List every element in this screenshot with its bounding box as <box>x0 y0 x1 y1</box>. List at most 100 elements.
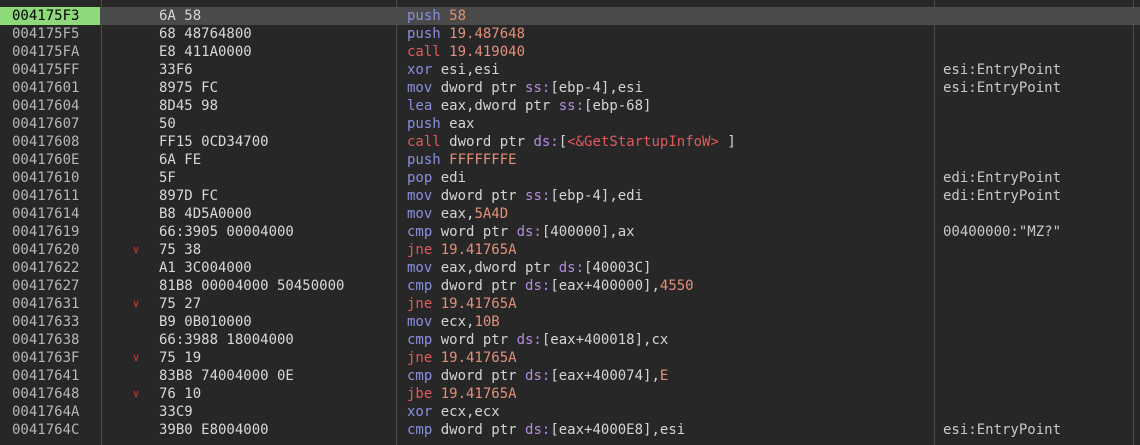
instruction-row[interactable]: 0041764C 39B0 E8004000 cmp dword ptr ds:[e… <box>0 421 1140 439</box>
address-cell[interactable]: 00417604 <box>0 97 100 115</box>
instruction-token: ss: <box>558 98 585 114</box>
instruction-row[interactable]: 00417638 66:3988 18004000 cmp word ptr ds:… <box>0 331 1140 349</box>
instruction-cell[interactable]: push eax <box>407 115 927 133</box>
instruction-cell[interactable]: cmp word ptr ds:[eax+400018],cx <box>407 331 927 349</box>
instruction-row[interactable]: 004175F5 68 48764800 push 19.487648 <box>0 25 1140 43</box>
address-cell[interactable]: 00417622 <box>0 259 100 277</box>
instruction-cell[interactable]: jne 19.41765A <box>407 241 927 259</box>
address-cell[interactable]: 00417648 <box>0 385 100 403</box>
instruction-cell[interactable]: xor esi,esi <box>407 61 927 79</box>
instruction-row[interactable]: 00417622 A1 3C004000 mov eax,dword ptr ds:… <box>0 259 1140 277</box>
bytes-cell: 75 19 <box>159 350 202 366</box>
instruction-token: <&GetStartupInfoW> <box>567 134 719 150</box>
instruction-row[interactable]: 00417620 ∨ 75 38 jne 19.41765A <box>0 241 1140 259</box>
instruction-cell[interactable]: push 19.487648 <box>407 25 927 43</box>
address-cell[interactable]: 00417608 <box>0 133 100 151</box>
instruction-row[interactable]: 0041763F ∨ 75 19 jne 19.41765A <box>0 349 1140 367</box>
address-cell[interactable]: 0041764C <box>0 421 100 439</box>
instruction-token: mov <box>407 80 441 96</box>
instruction-cell[interactable]: mov dword ptr ss:[ebp-4],edi <box>407 187 927 205</box>
address-cell[interactable]: 004175FF <box>0 61 100 79</box>
address-cell[interactable]: 00417631 <box>0 295 100 313</box>
instruction-row[interactable]: 00417648 ∨ 76 10 jbe 19.41765A <box>0 385 1140 403</box>
instruction-cell[interactable]: lea eax,dword ptr ss:[ebp-68] <box>407 97 927 115</box>
comment-cell <box>943 97 1133 115</box>
instruction-token: jbe <box>407 386 441 402</box>
instruction-cell[interactable]: jne 19.41765A <box>407 295 927 313</box>
bytes-cell: 33C9 <box>159 404 193 420</box>
instruction-row[interactable]: 00417614 B8 4D5A0000 mov eax,5A4D <box>0 205 1140 223</box>
address-cell[interactable]: 00417638 <box>0 331 100 349</box>
address-cell[interactable]: 00417611 <box>0 187 100 205</box>
instruction-row[interactable]: 0041764A 33C9 xor ecx,ecx <box>0 403 1140 421</box>
instruction-cell[interactable]: mov dword ptr ss:[ebp-4],esi <box>407 79 927 97</box>
instruction-cell[interactable]: cmp dword ptr ds:[eax+4000E8],esi <box>407 421 927 439</box>
instruction-cell[interactable]: call 19.419040 <box>407 43 927 61</box>
instruction-cell[interactable]: pop edi <box>407 169 927 187</box>
bytes-cell: 75 38 <box>159 242 202 258</box>
address-cell[interactable]: 00417627 <box>0 277 100 295</box>
instruction-cell[interactable]: push FFFFFFFE <box>407 151 927 169</box>
instruction-row[interactable]: 00417611 897D FC mov dword ptr ss:[ebp-4],… <box>0 187 1140 205</box>
instruction-cell[interactable]: jne 19.41765A <box>407 349 927 367</box>
instruction-row[interactable]: 00417608 FF15 0CD34700 call dword ptr ds:[… <box>0 133 1140 151</box>
instruction-row[interactable]: 0041760E 6A FE push FFFFFFFE <box>0 151 1140 169</box>
instruction-row[interactable]: 00417601 8975 FC mov dword ptr ss:[ebp-4],… <box>0 79 1140 97</box>
instruction-row[interactable]: 00417641 83B8 74004000 0E cmp dword ptr ds… <box>0 367 1140 385</box>
instruction-row[interactable]: 004175FA E8 411A0000 call 19.419040 <box>0 43 1140 61</box>
address-cell[interactable]: 004175F3 <box>0 7 100 25</box>
instruction-cell[interactable]: xor ecx,ecx <box>407 403 927 421</box>
instruction-token: edi <box>440 170 467 186</box>
comment-cell <box>943 385 1133 403</box>
chevron-down-icon[interactable]: ∨ <box>124 241 148 259</box>
address-cell[interactable]: 00417641 <box>0 367 100 385</box>
instruction-token: ds: <box>516 224 542 240</box>
address-cell[interactable]: 0041763F <box>0 349 100 367</box>
address-cell[interactable]: 00417601 <box>0 79 100 97</box>
address-cell[interactable]: 0041764A <box>0 403 100 421</box>
instruction-cell[interactable]: cmp dword ptr ds:[eax+400000],4550 <box>407 277 927 295</box>
instruction-cell[interactable]: mov eax,5A4D <box>407 205 927 223</box>
bytes-cell: 68 48764800 <box>159 26 252 42</box>
instruction-token: E <box>659 368 669 384</box>
comment-cell <box>943 313 1133 331</box>
instruction-cell[interactable]: cmp word ptr ds:[400000],ax <box>407 223 927 241</box>
chevron-down-icon[interactable]: ∨ <box>124 295 148 313</box>
instruction-row[interactable]: 004175F3 6A 58 push 58 <box>0 7 1140 25</box>
instruction-row[interactable]: 00417627 81B8 00004000 50450000 cmp dword … <box>0 277 1140 295</box>
instruction-token: ds: <box>525 278 551 294</box>
instruction-row[interactable]: 00417631 ∨ 75 27 jne 19.41765A <box>0 295 1140 313</box>
instruction-cell[interactable]: mov eax,dword ptr ds:[40003C] <box>407 259 927 277</box>
instruction-token: cmp <box>407 332 441 348</box>
disassembly-view[interactable]: 004175F3 6A 58 push 58 004175F5 68 48764800 p… <box>0 0 1140 445</box>
bytes-cell: A1 3C004000 <box>159 260 252 276</box>
bytes-cell: 83B8 74004000 0E <box>159 368 294 384</box>
instruction-row[interactable]: 00417633 B9 0B010000 mov ecx,10B <box>0 313 1140 331</box>
instruction-row[interactable]: 00417607 50 push eax <box>0 115 1140 133</box>
address-cell[interactable]: 00417633 <box>0 313 100 331</box>
instruction-cell[interactable]: mov ecx,10B <box>407 313 927 331</box>
instruction-token: [eax+400074], <box>550 368 660 384</box>
instruction-row[interactable]: 004175FF 33F6 xor esi,esi esi:EntryPoint <box>0 61 1140 79</box>
address-cell[interactable]: 00417614 <box>0 205 100 223</box>
instruction-cell[interactable]: call dword ptr ds:[<&GetStartupInfoW> ] <box>407 133 927 151</box>
address-cell[interactable]: 00417610 <box>0 169 100 187</box>
address-cell[interactable]: 00417619 <box>0 223 100 241</box>
chevron-down-icon[interactable]: ∨ <box>124 385 148 403</box>
address-cell[interactable]: 0041760E <box>0 151 100 169</box>
instruction-token: cmp <box>407 224 441 240</box>
address-cell[interactable]: 004175F5 <box>0 25 100 43</box>
instruction-cell[interactable]: jbe 19.41765A <box>407 385 927 403</box>
address-cell[interactable]: 00417620 <box>0 241 100 259</box>
instruction-row[interactable]: 00417604 8D45 98 lea eax,dword ptr ss:[ebp… <box>0 97 1140 115</box>
chevron-down-icon[interactable]: ∨ <box>124 349 148 367</box>
instruction-token: dword ptr <box>440 188 526 204</box>
instruction-row[interactable]: 00417619 66:3905 00004000 cmp word ptr ds:… <box>0 223 1140 241</box>
instruction-row[interactable]: 00417610 5F pop edi edi:EntryPoint <box>0 169 1140 187</box>
instruction-cell[interactable]: cmp dword ptr ds:[eax+400074],E <box>407 367 927 385</box>
comment-cell <box>943 331 1133 349</box>
instruction-cell[interactable]: push 58 <box>407 7 927 25</box>
address-cell[interactable]: 00417607 <box>0 115 100 133</box>
address-cell[interactable]: 004175FA <box>0 43 100 61</box>
comment-cell: esi:EntryPoint <box>943 62 1062 78</box>
